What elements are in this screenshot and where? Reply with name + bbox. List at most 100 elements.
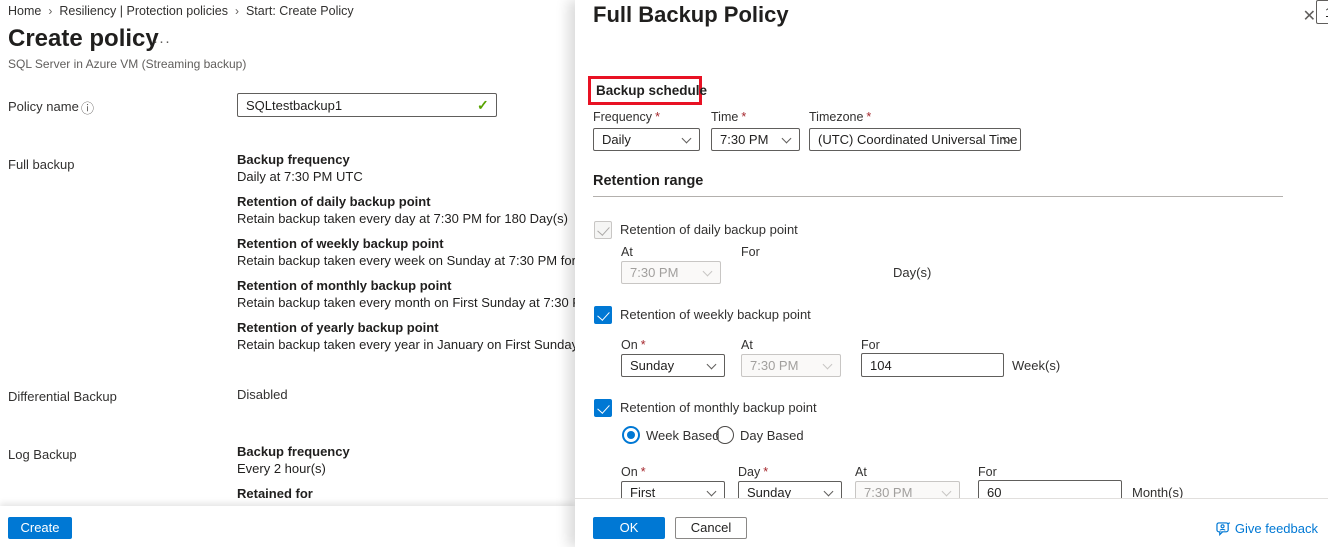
day-based-radio[interactable] — [716, 426, 734, 444]
monthly-on-value: First — [630, 485, 655, 498]
give-feedback-label: Give feedback — [1235, 521, 1318, 536]
day-based-label[interactable]: Day Based — [740, 428, 804, 443]
summary-item-title: Retention of daily backup point — [237, 194, 575, 210]
weekly-for-label: For — [861, 338, 880, 352]
policy-name-input[interactable] — [237, 93, 497, 117]
summary-item: Retention of weekly backup point Retain … — [237, 236, 575, 269]
more-actions-icon[interactable]: ··· — [153, 33, 171, 50]
summary-item: Retention of daily backup point Retain b… — [237, 194, 575, 227]
summary-item-desc: Retain backup taken every month on First… — [237, 294, 575, 311]
time-label: Time* — [711, 110, 746, 124]
weekly-retention-label[interactable]: Retention of weekly backup point — [620, 307, 811, 322]
daily-at-dropdown: 7:30 PM — [621, 261, 721, 284]
week-based-label[interactable]: Week Based — [646, 428, 719, 443]
monthly-on-label-text: On — [621, 465, 638, 479]
daily-at-value: 7:30 PM — [630, 265, 678, 280]
summary-item-desc: Retain backup taken every day at 7:30 PM… — [237, 210, 575, 227]
summary-item: Backup frequency Every 2 hour(s) — [237, 444, 575, 477]
backup-schedule-heading: Backup schedule — [591, 83, 707, 98]
frequency-label-text: Frequency — [593, 110, 652, 124]
breadcrumb-current: Start: Create Policy — [246, 4, 354, 18]
weekly-retention-checkbox[interactable] — [594, 306, 612, 324]
policy-name-label: Policy name — [8, 99, 79, 114]
info-icon[interactable]: ⓘ — [81, 98, 94, 117]
required-asterisk: * — [866, 110, 871, 124]
daily-unit: Day(s) — [893, 265, 931, 280]
time-dropdown[interactable]: 7:30 PM — [711, 128, 800, 151]
summary-item-desc: Daily at 7:30 PM UTC — [237, 168, 575, 185]
create-button[interactable]: Create — [8, 517, 72, 539]
log-backup-summary: Backup frequency Every 2 hour(s) Retaine… — [237, 444, 575, 511]
panel-footer: OK Cancel Give feedback — [575, 498, 1328, 547]
retention-range-heading: Retention range — [593, 173, 703, 189]
summary-item-title: Backup frequency — [237, 152, 575, 168]
monthly-for-input[interactable] — [978, 480, 1122, 498]
weekly-on-value: Sunday — [630, 358, 674, 373]
required-asterisk: * — [763, 465, 768, 479]
monthly-at-dropdown: 7:30 PM — [855, 481, 960, 498]
frequency-dropdown[interactable]: Daily — [593, 128, 700, 151]
weekly-at-value: 7:30 PM — [750, 358, 798, 373]
give-feedback-link[interactable]: Give feedback — [1216, 521, 1318, 536]
daily-for-input[interactable] — [1316, 0, 1328, 24]
breadcrumb-home[interactable]: Home — [8, 4, 41, 18]
summary-item: Retention of yearly backup point Retain … — [237, 320, 575, 353]
summary-item-title: Retention of monthly backup point — [237, 278, 575, 294]
chevron-down-icon — [823, 360, 833, 370]
summary-item: Retained for — [237, 486, 575, 502]
weekly-at-dropdown: 7:30 PM — [741, 354, 841, 377]
chevron-down-icon — [707, 487, 717, 497]
timezone-dropdown[interactable]: (UTC) Coordinated Universal Time — [809, 128, 1021, 151]
monthly-on-dropdown[interactable]: First — [621, 481, 725, 498]
timezone-label: Timezone* — [809, 110, 871, 124]
weekly-on-dropdown[interactable]: Sunday — [621, 354, 725, 377]
chevron-down-icon — [707, 360, 717, 370]
ok-button[interactable]: OK — [593, 517, 665, 539]
monthly-day-label-text: Day — [738, 465, 760, 479]
monthly-retention-checkbox[interactable] — [594, 399, 612, 417]
panel-title: Full Backup Policy — [593, 2, 789, 28]
chevron-down-icon — [824, 487, 834, 497]
summary-item-desc: Retain backup taken every week on Sunday… — [237, 252, 575, 269]
monthly-at-value: 7:30 PM — [864, 485, 912, 498]
breadcrumb-separator: › — [235, 4, 239, 18]
frequency-label: Frequency* — [593, 110, 660, 124]
cancel-button[interactable]: Cancel — [675, 517, 747, 539]
differential-backup-value: Disabled — [237, 387, 288, 402]
daily-at-label: At — [621, 245, 633, 259]
summary-item: Retention of monthly backup point Retain… — [237, 278, 575, 311]
breadcrumb-protection-policies[interactable]: Resiliency | Protection policies — [59, 4, 228, 18]
monthly-at-label: At — [855, 465, 867, 479]
weekly-unit: Week(s) — [1012, 358, 1060, 373]
monthly-day-label: Day* — [738, 465, 768, 479]
monthly-day-dropdown[interactable]: Sunday — [738, 481, 842, 498]
create-policy-page: Home›Resiliency | Protection policies›St… — [0, 0, 575, 547]
monthly-on-label: On* — [621, 465, 646, 479]
required-asterisk: * — [641, 338, 646, 352]
differential-backup-label: Differential Backup — [8, 389, 117, 404]
week-based-radio[interactable] — [622, 426, 640, 444]
summary-item-desc: Every 2 hour(s) — [237, 460, 575, 477]
divider — [593, 196, 1283, 197]
screen: Home›Resiliency | Protection policies›St… — [0, 0, 1328, 547]
close-icon[interactable]: ✕ — [1303, 6, 1316, 26]
weekly-on-label: On* — [621, 338, 646, 352]
left-footer: Create — [0, 506, 575, 547]
required-asterisk: * — [655, 110, 660, 124]
monthly-unit: Month(s) — [1132, 485, 1183, 498]
panel-content: Full Backup Policy ✕ Backup schedule Fre… — [575, 0, 1328, 498]
chevron-down-icon — [942, 487, 952, 497]
chevron-down-icon — [703, 267, 713, 277]
time-label-text: Time — [711, 110, 738, 124]
valid-check-icon: ✓ — [477, 97, 489, 114]
chevron-down-icon — [682, 134, 692, 144]
daily-for-label: For — [741, 245, 760, 259]
log-backup-label: Log Backup — [8, 447, 77, 462]
monthly-retention-label[interactable]: Retention of monthly backup point — [620, 400, 817, 415]
required-asterisk: * — [741, 110, 746, 124]
weekly-for-input[interactable] — [861, 353, 1004, 377]
backup-schedule-annotation: Backup schedule — [588, 76, 702, 105]
page-title: Create policy — [8, 25, 159, 53]
frequency-value: Daily — [602, 132, 631, 147]
summary-item-desc: Retain backup taken every year in Januar… — [237, 336, 575, 353]
